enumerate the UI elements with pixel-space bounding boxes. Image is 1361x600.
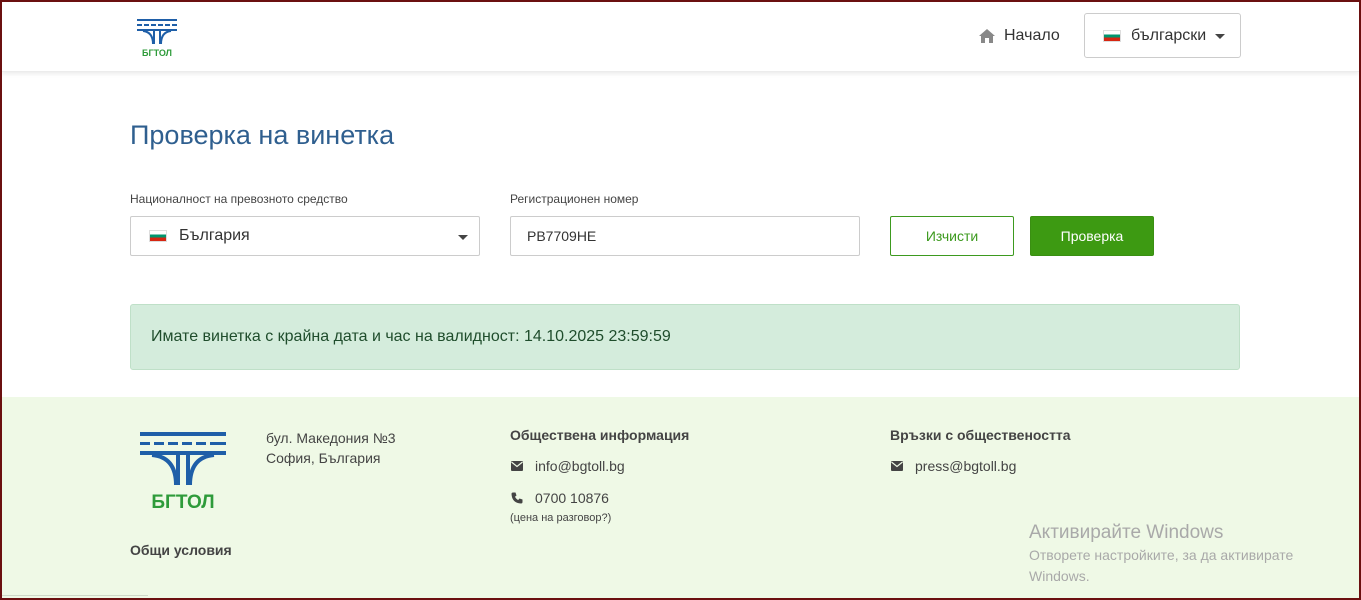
- nationality-label: Националност на превозното средство: [130, 192, 348, 206]
- home-icon: [979, 29, 995, 43]
- registration-input[interactable]: [510, 216, 860, 256]
- watermark-title: Активирайте Windows: [1029, 522, 1224, 543]
- home-label: Начало: [1004, 27, 1060, 44]
- phone-icon: [511, 492, 523, 504]
- public-info-phone[interactable]: 0700 10876: [511, 490, 609, 506]
- pr-email[interactable]: press@bgtoll.bg: [891, 458, 1016, 474]
- windows-activation-watermark: Активирайте Windows Отворете настройките…: [1029, 521, 1329, 587]
- pr-heading: Връзки с обществеността: [890, 427, 1071, 443]
- home-link[interactable]: Начало: [978, 24, 1060, 48]
- registration-label: Регистрационен номер: [510, 192, 639, 206]
- alert-text: Имате винетка с крайна дата и час на вал…: [151, 328, 671, 345]
- public-info-phone-text: 0700 10876: [535, 490, 609, 506]
- language-selected: български: [1131, 26, 1207, 44]
- public-info-heading: Обществена информация: [510, 427, 690, 443]
- divider: [2, 595, 148, 596]
- envelope-icon: [511, 461, 523, 471]
- clear-button[interactable]: Изчисти: [890, 216, 1014, 256]
- address: бул. Македония №3 София, България: [266, 428, 396, 468]
- public-info-email-text: info@bgtoll.bg: [535, 458, 625, 474]
- footer-logo-text: БГТОЛ: [151, 492, 214, 512]
- envelope-icon: [891, 461, 903, 471]
- chevron-down-icon: [458, 235, 468, 240]
- validity-alert: Имате винетка с крайна дата и час на вал…: [130, 304, 1240, 370]
- chevron-down-icon: [1215, 34, 1225, 39]
- check-button[interactable]: Проверка: [1030, 216, 1154, 256]
- phone-note: (цена на разговор?): [510, 512, 612, 524]
- pr-email-text: press@bgtoll.bg: [915, 458, 1017, 474]
- bulgaria-flag-icon: [149, 230, 167, 242]
- language-select[interactable]: български: [1084, 13, 1241, 58]
- page-title: Проверка на винетка: [130, 120, 395, 150]
- terms-link[interactable]: Общи условия: [130, 542, 232, 558]
- footer-bgtoll-logo: БГТОЛ: [140, 432, 226, 512]
- address-line-2: София, България: [266, 450, 381, 466]
- logo-text: БГТОЛ: [142, 48, 172, 58]
- public-info-email[interactable]: info@bgtoll.bg: [511, 458, 625, 474]
- address-line-1: бул. Македония №3: [266, 430, 396, 446]
- bgtoll-logo[interactable]: БГТОЛ: [135, 16, 179, 60]
- nationality-select[interactable]: България: [130, 216, 480, 256]
- nationality-selected: България: [179, 227, 250, 244]
- header: БГТОЛ Начало български: [2, 2, 1359, 72]
- watermark-subtitle: Отворете настройките, за да активирате W…: [1029, 547, 1294, 584]
- bulgaria-flag-icon: [1103, 29, 1121, 42]
